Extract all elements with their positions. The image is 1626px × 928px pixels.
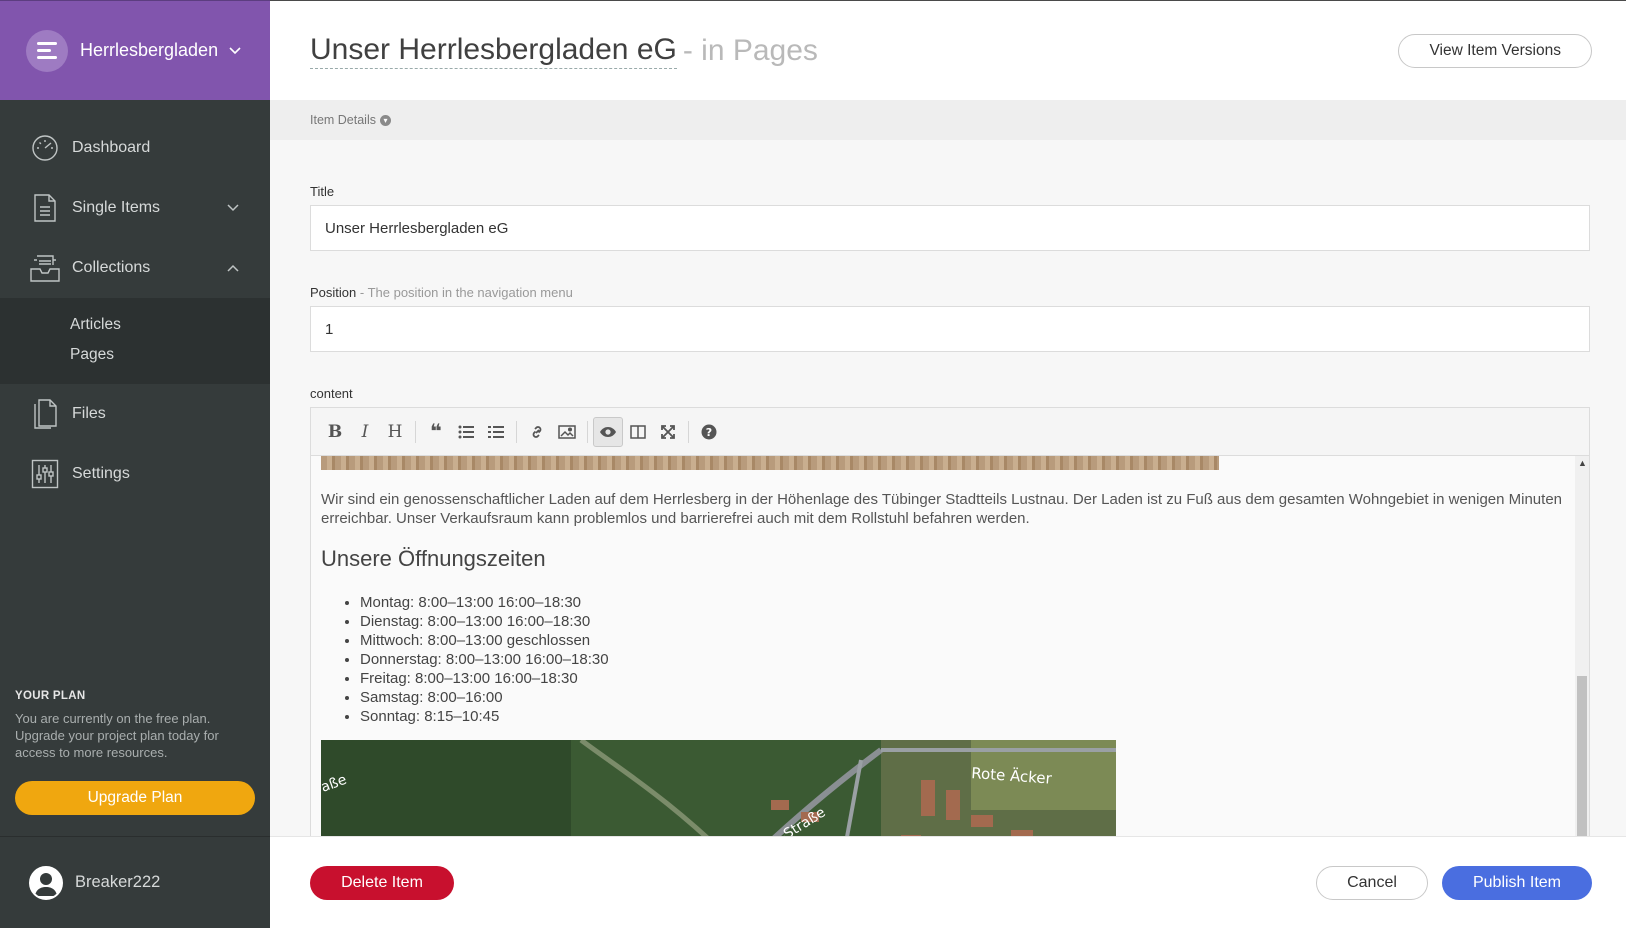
plan-title: YOUR PLAN: [15, 690, 86, 702]
sidebar-nav: Dashboard Single Items Collections Artic…: [0, 100, 270, 504]
upgrade-plan-button[interactable]: Upgrade Plan: [15, 781, 255, 815]
sidebar-item-label: Settings: [72, 465, 130, 482]
sidebar-item-collections[interactable]: Collections: [0, 238, 270, 298]
delete-item-button[interactable]: Delete Item: [310, 865, 454, 900]
bold-icon[interactable]: B: [320, 417, 350, 447]
position-label-text: Position: [310, 285, 357, 300]
publish-item-button[interactable]: Publish Item: [1442, 865, 1592, 900]
title-input[interactable]: Unser Herrlesbergladen eG: [310, 205, 1590, 251]
image-icon[interactable]: [552, 417, 582, 447]
sidebar-item-dashboard[interactable]: Dashboard: [0, 118, 270, 178]
title-label: Title: [310, 184, 335, 199]
item-form: Title Unser Herrlesbergladen eG Position…: [270, 140, 1626, 854]
chevron-up-icon: [224, 259, 242, 277]
heading-icon[interactable]: H: [380, 417, 410, 447]
toolbar-divider: [516, 420, 517, 443]
sidebar-item-articles[interactable]: Articles: [0, 310, 270, 340]
plan-box: YOUR PLAN You are currently on the free …: [15, 690, 255, 815]
item-details-label: Item Details: [310, 113, 376, 127]
user-name: Breaker222: [75, 873, 161, 891]
list-item: Dienstag: 8:00–13:00 16:00–18:30: [360, 612, 1565, 631]
chevron-down-icon: [224, 199, 242, 217]
sidebar-item-settings[interactable]: Settings: [0, 444, 270, 504]
fullscreen-icon[interactable]: [653, 417, 683, 447]
list-item: Donnerstag: 8:00–13:00 16:00–18:30: [360, 650, 1565, 669]
dashboard-icon: [28, 131, 62, 165]
italic-icon[interactable]: I: [350, 417, 380, 447]
sliders-icon: [28, 457, 62, 491]
collections-submenu: Articles Pages: [0, 298, 270, 384]
sidebar-item-single-items[interactable]: Single Items: [0, 178, 270, 238]
chevron-down-icon: [226, 42, 244, 60]
item-details-bar[interactable]: Item Details ▾: [270, 100, 1626, 140]
editor-toolbar: B I H ❝ ?: [311, 408, 1589, 456]
user-menu[interactable]: Breaker222: [0, 836, 270, 928]
page-header: Unser Herrlesbergladen eG - in Pages Vie…: [270, 0, 1626, 100]
avatar: [29, 865, 63, 900]
markdown-editor: B I H ❝ ? Wir sind ein genossenschaftlic…: [310, 407, 1590, 854]
list-item: Montag: 8:00–13:00 16:00–18:30: [360, 593, 1565, 612]
project-switcher[interactable]: Herrlesbergladen: [0, 0, 270, 100]
editor-scrollbar[interactable]: ▲: [1575, 456, 1589, 853]
position-label: Position - The position in the navigatio…: [310, 285, 1590, 300]
main-panel: Unser Herrlesbergladen eG - in Pages Vie…: [270, 0, 1626, 928]
action-footer: Delete Item Cancel Publish Item: [270, 836, 1626, 928]
list-item: Samstag: 8:00–16:00: [360, 688, 1565, 707]
menu-icon: [26, 29, 68, 72]
sidebar-item-pages[interactable]: Pages: [0, 340, 270, 370]
cancel-button[interactable]: Cancel: [1316, 865, 1428, 900]
scroll-up-icon[interactable]: ▲: [1578, 458, 1587, 468]
image-strip: [321, 456, 1219, 470]
position-input[interactable]: 1: [310, 306, 1590, 352]
chevron-down-icon: ▾: [380, 114, 391, 126]
page-title[interactable]: Unser Herrlesbergladen eG: [310, 33, 677, 69]
sidebar-item-label: Collections: [72, 259, 151, 276]
files-icon: [28, 397, 62, 431]
list-item: Sonntag: 8:15–10:45: [360, 707, 1565, 726]
ordered-list-icon[interactable]: [481, 417, 511, 447]
sidebar-item-label: Dashboard: [72, 139, 151, 156]
toolbar-divider: [587, 420, 588, 443]
toolbar-divider: [688, 420, 689, 443]
plan-text: You are currently on the free plan. Upgr…: [15, 711, 219, 760]
content-paragraph: Wir sind ein genossenschaftlicher Laden …: [321, 491, 1563, 527]
view-item-versions-button[interactable]: View Item Versions: [1398, 33, 1592, 68]
preview-icon[interactable]: [593, 416, 623, 447]
page-subtitle: - in Pages: [682, 33, 818, 67]
content-heading: Unsere Öffnungszeiten: [321, 546, 546, 571]
scrollbar-thumb[interactable]: [1577, 676, 1587, 853]
quote-icon[interactable]: ❝: [421, 417, 451, 447]
content-label: content: [310, 386, 353, 401]
svg-text:?: ?: [706, 426, 712, 439]
toolbar-divider: [415, 420, 416, 443]
sidebar: Herrlesbergladen Dashboard Single Items …: [0, 0, 270, 928]
link-icon[interactable]: [522, 417, 552, 447]
editor-preview[interactable]: Wir sind ein genossenschaftlicher Laden …: [311, 456, 1575, 853]
position-hint: - The position in the navigation menu: [359, 285, 573, 300]
unordered-list-icon[interactable]: [451, 417, 481, 447]
project-name: Herrlesbergladen: [80, 40, 219, 60]
opening-hours-list: Montag: 8:00–13:00 16:00–18:30 Dienstag:…: [321, 593, 1565, 726]
list-item: Freitag: 8:00–13:00 16:00–18:30: [360, 669, 1565, 688]
inbox-icon: [28, 251, 62, 285]
document-icon: [28, 191, 62, 225]
list-item: Mittwoch: 8:00–13:00 geschlossen: [360, 631, 1565, 650]
sidebar-item-label: Files: [72, 405, 106, 422]
side-by-side-icon[interactable]: [623, 417, 653, 447]
sidebar-item-label: Single Items: [72, 199, 161, 216]
help-icon[interactable]: ?: [694, 417, 724, 447]
sidebar-item-files[interactable]: Files: [0, 384, 270, 444]
